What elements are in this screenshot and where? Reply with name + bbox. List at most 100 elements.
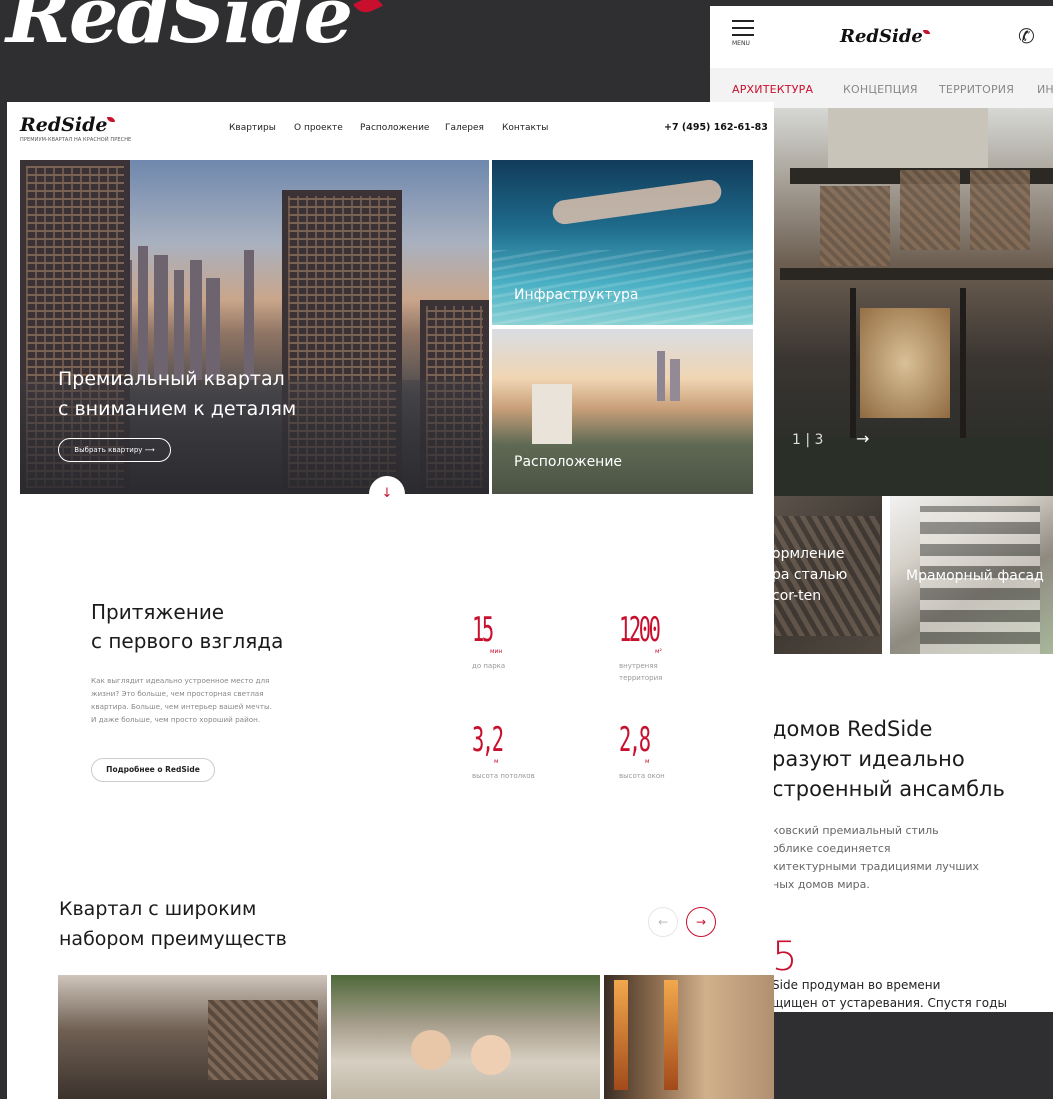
card-marble[interactable]: Мраморный фасад	[890, 496, 1053, 654]
paragraph-line: хитектурными традициями лучших	[772, 860, 980, 873]
nav-contacts[interactable]: Контакты	[502, 123, 548, 133]
card-corten-line: ра сталью	[772, 567, 848, 583]
face-shape	[471, 1035, 511, 1075]
mobile-logo[interactable]: RedSide	[840, 26, 930, 47]
paragraph-line: ковский премиальный стиль	[772, 824, 939, 837]
gallery-photo-facade[interactable]	[58, 975, 327, 1099]
text-line: И даже больше, чем просто хороший район.	[91, 715, 261, 724]
facade-screen	[900, 170, 960, 250]
mobile-paragraph-2: Side продуман во времени щищен от устаре…	[772, 976, 1053, 1012]
stat-label: внутреняя территория	[619, 660, 662, 684]
section-text: Как выглядит идеально устроенное место д…	[91, 674, 291, 726]
swimmer-shape	[551, 178, 723, 226]
gallery-photo-interior[interactable]	[604, 975, 774, 1099]
tile-location[interactable]: Расположение	[492, 329, 753, 494]
stat-label-line: внутреняя	[619, 662, 658, 670]
stat-label-line: высота потолков	[472, 772, 535, 780]
leaf-icon	[922, 30, 930, 34]
heading-line: Притяжение	[91, 600, 225, 624]
paragraph-line: щищен от устаревания. Спустя годы	[772, 996, 1007, 1010]
paragraph-line: Side продуман во времени	[772, 978, 941, 992]
carousel-next-button[interactable]: →	[686, 907, 716, 937]
brand-logo-large: RedSide	[6, 0, 383, 61]
skyline-tower	[657, 351, 665, 401]
tile-infrastructure[interactable]: Инфраструктура	[492, 160, 753, 325]
slide-counter: 1 | 3	[792, 432, 824, 448]
skyline-tower	[244, 250, 254, 380]
stat-value: 2,8	[619, 720, 651, 760]
stat-unit: м	[645, 758, 650, 765]
gallery-photo-family[interactable]	[331, 975, 600, 1099]
stat-label-line: до парка	[472, 662, 506, 670]
phone-number[interactable]: +7 (495) 162-61-83	[664, 122, 768, 133]
stat-label-line: высота окон	[619, 772, 665, 780]
button-label: Выбрать квартиру	[74, 446, 143, 454]
stat-unit: м²	[655, 648, 662, 655]
stat-label: высота окон	[619, 770, 665, 782]
stat-value: 15	[472, 610, 494, 650]
heading-line: разуют идеально	[772, 747, 965, 771]
tab-more[interactable]: ИН	[1037, 83, 1053, 96]
stat-unit: м	[494, 758, 499, 765]
tile-infrastructure-label: Инфраструктура	[514, 287, 639, 303]
skyline-tower	[154, 255, 168, 380]
mobile-paragraph: ковский премиальный стиль облике соединя…	[772, 822, 1032, 894]
nav-apartments[interactable]: Квартиры	[229, 123, 276, 133]
carousel-prev-button[interactable]: ←	[648, 907, 678, 937]
card-corten-line: ормление	[772, 546, 845, 562]
skyline-tower	[190, 260, 202, 380]
stat-label: до парка	[472, 660, 505, 672]
lamp-shape	[614, 980, 628, 1090]
stat-label-line: территория	[619, 674, 663, 682]
face-shape	[411, 1030, 451, 1070]
text-line: жизни? Это больше, чем просторная светла…	[91, 689, 264, 698]
arrow-left-icon: ←	[657, 915, 669, 929]
menu-button[interactable]: MENU	[732, 20, 754, 47]
hero-title: Премиальный квартал с вниманием к деталя…	[58, 364, 296, 424]
arrow-right-icon[interactable]: →	[856, 429, 869, 448]
nav-gallery[interactable]: Галерея	[445, 123, 484, 133]
facade-screen	[208, 1000, 318, 1080]
hamburger-icon	[732, 27, 754, 29]
choose-apartment-button[interactable]: Выбрать квартиру ⟶	[58, 438, 171, 462]
heading-line: набором преимуществ	[59, 928, 287, 950]
tab-concept[interactable]: КОНЦЕПЦИЯ	[843, 83, 918, 96]
hero-title-line: с вниманием к деталям	[58, 398, 297, 420]
more-about-button[interactable]: Подробнее о RedSide	[91, 758, 215, 782]
section2-heading: Квартал с широким набором преимуществ	[59, 894, 287, 954]
stat-value: 1200	[619, 610, 661, 650]
nav-location[interactable]: Расположение	[360, 123, 429, 133]
paragraph-line: ных домов мира.	[772, 878, 870, 891]
paragraph-line: облике соединяется	[772, 842, 891, 855]
hero-image: Премиальный квартал с вниманием к деталя…	[20, 160, 489, 494]
hamburger-icon	[732, 20, 754, 22]
tab-territory[interactable]: ТЕРРИТОРИЯ	[939, 83, 1014, 96]
lobby-light	[860, 308, 950, 418]
scroll-down-button[interactable]: ↓	[369, 476, 405, 512]
facade-part	[960, 288, 966, 458]
arrow-down-icon: ↓	[381, 486, 393, 501]
card-corten-line: cor-ten	[772, 588, 822, 604]
text-line: Как выглядит идеально устроенное место д…	[91, 676, 270, 685]
facade-screen	[970, 170, 1030, 250]
white-house	[532, 384, 572, 444]
heading-line: строенный ансамбль	[772, 777, 1005, 801]
desktop-mockup: RedSide ПРЕМИУМ-КВАРТАЛ НА КРАСНОЙ ПРЕСН…	[7, 102, 774, 1099]
facade-screen	[820, 186, 890, 266]
arrow-right-icon: →	[695, 915, 707, 929]
tab-architecture[interactable]: АРХИТЕКТУРА	[732, 83, 813, 96]
section-heading: Притяжение с первого взгляда	[91, 598, 283, 656]
phone-icon[interactable]: ✆	[1018, 24, 1035, 48]
arrow-right-icon: ⟶	[144, 446, 155, 454]
tile-location-label: Расположение	[514, 454, 623, 470]
stat-value: 3,2	[472, 720, 504, 760]
skyline-tower	[670, 359, 680, 401]
lamp-shape	[664, 980, 678, 1090]
facade-part	[828, 108, 988, 168]
logo-subtitle: ПРЕМИУМ-КВАРТАЛ НА КРАСНОЙ ПРЕСНЕ	[20, 137, 132, 143]
text-line: квартира. Больше, чем интерьер вашей меч…	[91, 702, 272, 711]
menu-label: MENU	[732, 40, 750, 47]
desktop-logo[interactable]: RedSide	[20, 114, 116, 136]
mobile-number: 5	[772, 934, 798, 980]
nav-about[interactable]: О проекте	[294, 123, 343, 133]
